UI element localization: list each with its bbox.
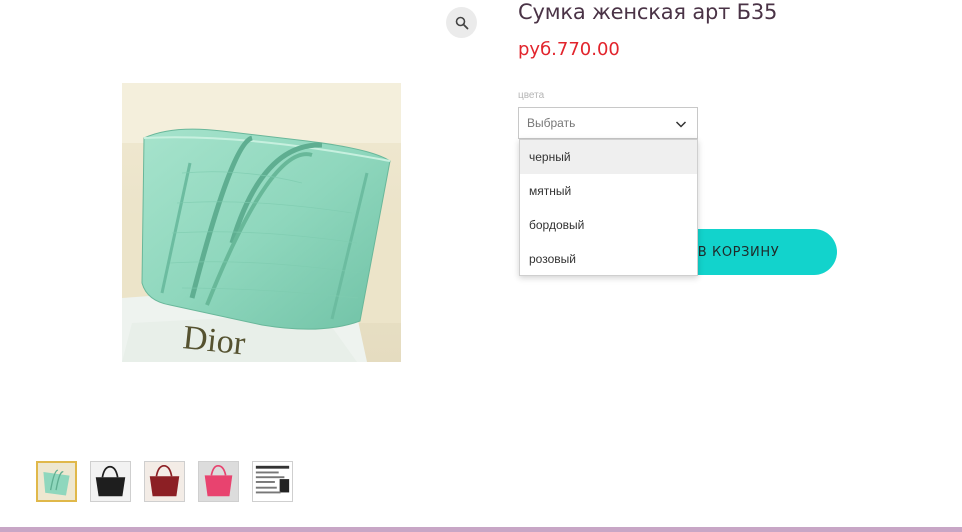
product-price: руб.770.00 (518, 39, 620, 60)
dropdown-option-pink[interactable]: розовый (520, 242, 697, 276)
product-title: Сумка женская арт Б35 (518, 0, 778, 24)
main-product-image[interactable]: Dior (122, 83, 401, 362)
thumbnail-strip (36, 461, 293, 502)
thumbnail-size-chart[interactable] (252, 461, 293, 502)
thumbnail-black[interactable] (90, 461, 131, 502)
magnifier-icon (455, 16, 468, 29)
select-value: Выбрать (527, 116, 576, 130)
color-select[interactable]: Выбрать (518, 107, 698, 139)
footer-divider (0, 527, 962, 532)
dropdown-option-mint[interactable]: мятный (520, 174, 697, 208)
brand-print: Dior (181, 319, 248, 362)
dropdown-option-black[interactable]: черный (520, 140, 697, 174)
chevron-down-icon (675, 121, 687, 128)
color-label: цвета (518, 90, 545, 101)
zoom-button[interactable] (446, 7, 477, 38)
dropdown-option-burgundy[interactable]: бордовый (520, 208, 697, 242)
thumbnail-mint[interactable] (36, 461, 77, 502)
thumbnail-pink[interactable] (198, 461, 239, 502)
color-dropdown-list: черный мятный бордовый розовый (519, 139, 698, 276)
thumbnail-burgundy[interactable] (144, 461, 185, 502)
